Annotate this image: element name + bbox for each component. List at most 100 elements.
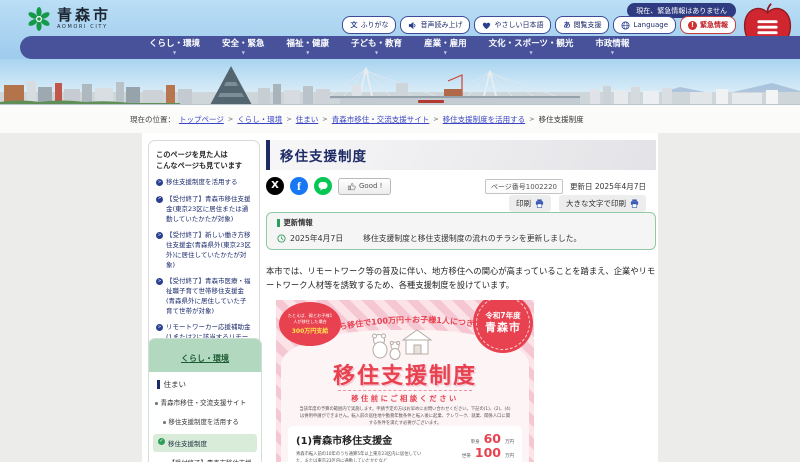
page-title: 移住支援制度 bbox=[280, 149, 367, 165]
alert-icon: ! bbox=[688, 20, 697, 30]
page: 青森市 AOMORI CITY 現在、緊急情報はありません 文 ふりがな 音声読… bbox=[0, 0, 800, 462]
language-button[interactable]: Language bbox=[613, 16, 676, 34]
nav-item-safety-emergency[interactable]: 安全・緊急 ▼ bbox=[211, 40, 276, 55]
nav-item-welfare-health[interactable]: 福祉・健康 ▼ bbox=[276, 40, 341, 55]
category-title-link[interactable]: くらし・環境 bbox=[181, 354, 229, 363]
category-item-migration-site[interactable]: 青森市移住・交流支援サイト bbox=[149, 394, 261, 413]
print-row: 印刷 大きな文字で印刷 bbox=[509, 195, 646, 212]
city-name-en: AOMORI CITY bbox=[57, 24, 108, 30]
thumbs-up-icon bbox=[347, 182, 356, 190]
page-number-badge: ページ番号1002220 bbox=[484, 179, 563, 194]
city-name: 青森市 bbox=[57, 6, 112, 24]
grant1-info: (1)青森市移住支援金 青森市転入前の10年のうち通算5年以上東京23区内に居住… bbox=[296, 432, 422, 462]
city-emblem-icon bbox=[28, 7, 50, 31]
update-info-title: 更新情報 bbox=[277, 218, 645, 228]
breadcrumb-separator: > bbox=[433, 115, 439, 123]
breadcrumb-link-home[interactable]: トップページ bbox=[179, 114, 224, 125]
nav-item-culture-sports-tourism[interactable]: 文化・スポーツ・観光 ▼ bbox=[478, 40, 585, 55]
content-panel: このページを見た人は こんなページも見ています > 移住支援制度を活用する > 【受… bbox=[142, 133, 658, 462]
update-info-line: 2025年4月7日 移住支援制度と移住支援制度の流れのチラシを更新しました。 bbox=[277, 233, 645, 244]
arrow-circle-icon: > bbox=[156, 196, 163, 204]
breadcrumb-link-living[interactable]: くらし・環境 bbox=[237, 114, 282, 125]
nav-item-living-environment[interactable]: くらし・環境 ▼ bbox=[138, 40, 211, 55]
grant1-row-household: 世帯 100 万円 bbox=[461, 445, 514, 461]
grant1-box: (1)青森市移住支援金 青森市転入前の10年のうち通算5年以上東京23区内に居住… bbox=[288, 426, 522, 462]
printer-icon bbox=[535, 199, 544, 208]
breadcrumb-separator: > bbox=[227, 115, 234, 123]
category-menu-header: くらし・環境 bbox=[149, 339, 261, 372]
chevron-down-icon: ▼ bbox=[529, 49, 533, 55]
chevron-down-icon: ▼ bbox=[443, 49, 447, 55]
category-section-housing[interactable]: 住まい bbox=[149, 372, 261, 394]
speaker-icon bbox=[409, 21, 416, 29]
page-meta: ページ番号1002220 更新日 2025年4月7日 bbox=[484, 179, 646, 194]
chevron-down-icon: ▼ bbox=[172, 49, 177, 55]
related-link[interactable]: > 【受付終了】青森市移住支援金(東京23区に居住または通勤していたかたが対象) bbox=[156, 195, 252, 224]
utility-bar: 文 ふりがな 音声読み上げ やさしい日本語 あ 閲覧支援 Language ! bbox=[342, 16, 736, 34]
check-icon: ✓ bbox=[158, 438, 165, 446]
related-link[interactable]: > 移住支援制度を活用する bbox=[156, 178, 252, 188]
breadcrumb-link-migration-site[interactable]: 青森市移住・交流支援サイト bbox=[332, 114, 430, 125]
breadcrumb-label: 現在の位置： bbox=[130, 114, 175, 124]
flyer-title: 移住支援制度 bbox=[332, 364, 477, 389]
x-icon: X bbox=[271, 180, 279, 191]
browsing-support-button[interactable]: あ 閲覧支援 bbox=[555, 16, 610, 34]
breadcrumb-current: 移住支援制度 bbox=[538, 114, 584, 124]
easy-japanese-button[interactable]: やさしい日本語 bbox=[474, 16, 552, 34]
printer-icon bbox=[630, 199, 639, 208]
related-pages-box: このページを見た人は こんなページも見ています > 移住支援制度を活用する > 【受… bbox=[148, 140, 260, 362]
category-item-partial[interactable]: 【受付終了】青森市移住支援金(東京 bbox=[149, 454, 261, 462]
facebook-icon: f bbox=[297, 179, 301, 193]
breadcrumb: 現在の位置： トップページ > くらし・環境 > 住まい > 青森市移住・交流支… bbox=[0, 105, 800, 133]
grant1-row-single: 単身 60 万円 bbox=[470, 431, 514, 446]
good-button[interactable]: Good ! bbox=[338, 177, 392, 195]
arrow-circle-icon: > bbox=[156, 324, 163, 332]
text-to-speech-button[interactable]: 音声読み上げ bbox=[400, 16, 471, 34]
update-date: 2025年4月7日 bbox=[290, 234, 344, 243]
bullet-icon bbox=[155, 402, 158, 405]
category-item-use-support[interactable]: 移住支援制度を活用する bbox=[149, 413, 261, 432]
content-area: このページを見た人は こんなページも見ています > 移住支援制度を活用する > 【受… bbox=[0, 133, 800, 462]
furigana-button[interactable]: 文 ふりがな bbox=[342, 16, 397, 34]
page-title-bar: 移住支援制度 bbox=[266, 140, 656, 170]
arrow-circle-icon: > bbox=[156, 232, 163, 240]
breadcrumb-link-use-support[interactable]: 移住支援制度を活用する bbox=[443, 114, 526, 125]
grant1-amounts: 単身 60 万円 世帯 100 万円 子の加算 100 万円/人 bbox=[428, 432, 514, 462]
related-link[interactable]: > 【受付終了】青森市医療・福祉職子育て世帯移住支援金(青森県外に居住していた子育… bbox=[156, 277, 252, 316]
flyer-example-badge: たとえば、親とお子様1人が移住した場合 300万円支給 bbox=[279, 302, 341, 346]
update-info-box: 更新情報 2025年4月7日 移住支援制度と移住支援制度の流れのチラシを更新しま… bbox=[266, 212, 656, 250]
city-logo[interactable]: 青森市 AOMORI CITY bbox=[26, 6, 111, 32]
browsing-support-icon: あ bbox=[563, 21, 571, 29]
flyer-example-note: たとえば、親とお子様1人が移住した場合 bbox=[287, 312, 333, 324]
flyer-divider bbox=[338, 390, 472, 391]
global-nav: くらし・環境 ▼ 安全・緊急 ▼ 福祉・健康 ▼ 子ども・教育 ▼ 産業・雇用 ▼ 文化・… bbox=[20, 36, 800, 59]
print-button[interactable]: 印刷 bbox=[509, 195, 551, 212]
chevron-down-icon: ▼ bbox=[241, 49, 245, 55]
breadcrumb-separator: > bbox=[322, 115, 328, 123]
share-facebook-button[interactable]: f bbox=[290, 177, 308, 195]
chevron-down-icon: ▼ bbox=[375, 49, 379, 55]
flyer-example-amount: 300万円支給 bbox=[291, 328, 329, 336]
nav-item-city-government[interactable]: 市政情報 ▼ bbox=[584, 40, 640, 55]
bullet-icon bbox=[163, 421, 166, 424]
clock-icon bbox=[277, 234, 286, 243]
breadcrumb-separator: > bbox=[529, 115, 535, 123]
share-line-button[interactable] bbox=[314, 177, 332, 195]
breadcrumb-link-housing[interactable]: 住まい bbox=[296, 114, 319, 125]
emergency-info-button[interactable]: ! 緊急情報 bbox=[680, 16, 736, 34]
nav-item-children-education[interactable]: 子ども・教育 ▼ bbox=[340, 40, 413, 55]
section-bar bbox=[157, 380, 160, 389]
arrow-circle-icon: > bbox=[156, 278, 163, 286]
category-menu: くらし・環境 住まい 青森市移住・交流支援サイト 移住支援制度を活用する ✓ 移住… bbox=[148, 338, 262, 462]
grant1-title: (1)青森市移住支援金 bbox=[296, 436, 393, 447]
print-large-button[interactable]: 大きな文字で印刷 bbox=[559, 195, 646, 212]
share-x-button[interactable]: X bbox=[266, 177, 284, 195]
chevron-down-icon: ▼ bbox=[306, 49, 310, 55]
related-link[interactable]: > 【受付終了】新しい働き方移住支援金(青森県外(東京23区外)に居住していたかた… bbox=[156, 231, 252, 270]
category-item-current[interactable]: ✓ 移住支援制度 bbox=[153, 434, 257, 453]
section-bar bbox=[277, 219, 280, 227]
related-pages-title: このページを見た人は こんなページも見ています bbox=[156, 150, 243, 171]
hamburger-icon bbox=[757, 20, 778, 35]
nav-item-industry-employment[interactable]: 産業・雇用 ▼ bbox=[413, 40, 478, 55]
flyer-image[interactable]: 東京23区から移住で100万円＋お子様1人につき100万円加算 たとえば、親とお… bbox=[276, 300, 534, 462]
